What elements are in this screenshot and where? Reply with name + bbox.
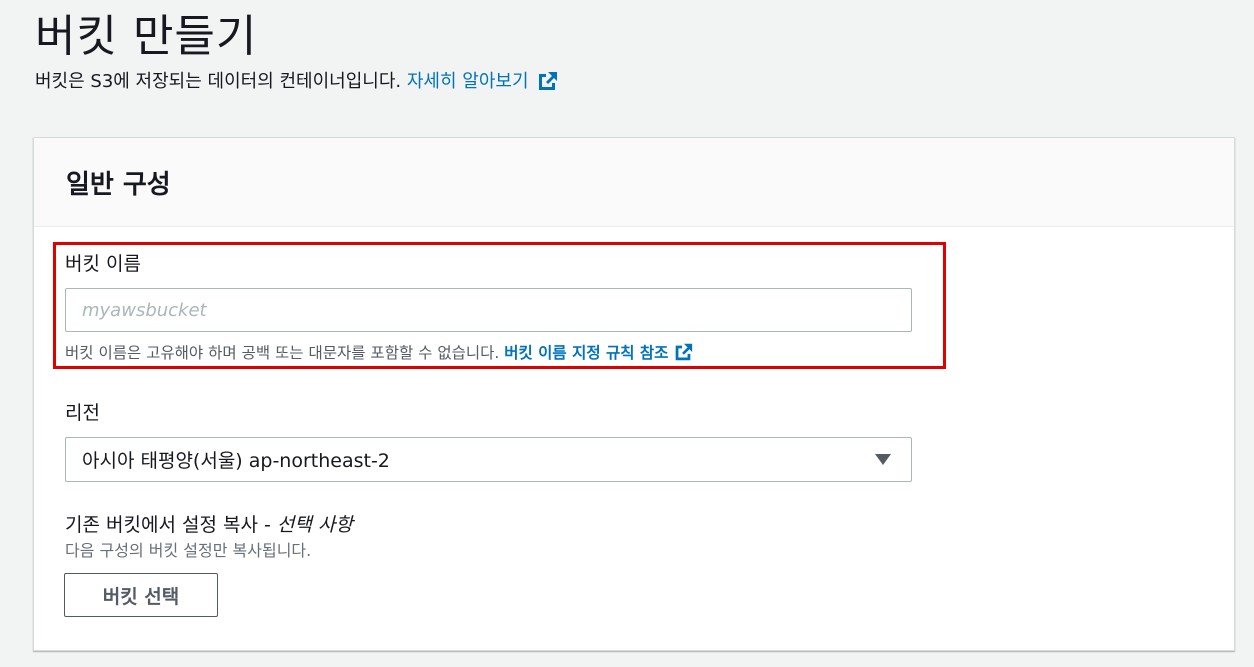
copy-settings-label: 기존 버킷에서 설정 복사 - 선택 사항 [65, 513, 353, 537]
page-title: 버킷 만들기 [35, 11, 258, 62]
learn-more-link[interactable]: 자세히 알아보기 [407, 71, 559, 92]
optional-tag: 선택 사항 [276, 514, 353, 536]
naming-rules-link[interactable]: 버킷 이름 지정 규칙 참조 [504, 343, 694, 362]
external-link-icon [538, 72, 557, 90]
general-config-panel: 일반 구성 버킷 이름 버킷 이름은 고유해야 하며 공백 또는 대문자를 포함… [33, 137, 1235, 651]
page-header: 버킷 만들기 버킷은 S3에 저장되는 데이터의 컨테이너입니다. 자세히 알아… [35, 10, 559, 94]
panel-title: 일반 구성 [66, 169, 171, 200]
region-label: 리전 [65, 402, 100, 424]
naming-rules-label: 버킷 이름 지정 규칙 참조 [504, 344, 669, 362]
bucket-name-hint: 버킷 이름은 고유해야 하며 공백 또는 대문자를 포함할 수 없습니다. 버킷… [65, 341, 694, 365]
external-link-icon [676, 343, 693, 361]
copy-settings-description: 다음 구성의 버킷 설정만 복사됩니다. [65, 541, 312, 560]
page-description-text: 버킷은 S3에 저장되는 데이터의 컨테이너입니다. [35, 71, 407, 92]
bucket-name-label: 버킷 이름 [65, 253, 141, 275]
copy-settings-label-text: 기존 버킷에서 설정 복사 - [65, 514, 277, 536]
panel-header: 일반 구성 [34, 138, 1234, 227]
region-selected-value: 아시아 태평양(서울) ap-northeast-2 [82, 450, 390, 472]
caret-down-icon [875, 454, 891, 465]
bucket-name-input[interactable] [65, 288, 912, 332]
page-description: 버킷은 S3에 저장되는 데이터의 컨테이너입니다. 자세히 알아보기 [35, 70, 559, 94]
region-select[interactable]: 아시아 태평양(서울) ap-northeast-2 [65, 437, 912, 482]
choose-bucket-button[interactable]: 버킷 선택 [64, 573, 218, 617]
learn-more-label: 자세히 알아보기 [406, 71, 529, 92]
bucket-name-hint-text: 버킷 이름은 고유해야 하며 공백 또는 대문자를 포함할 수 없습니다. [65, 344, 505, 362]
